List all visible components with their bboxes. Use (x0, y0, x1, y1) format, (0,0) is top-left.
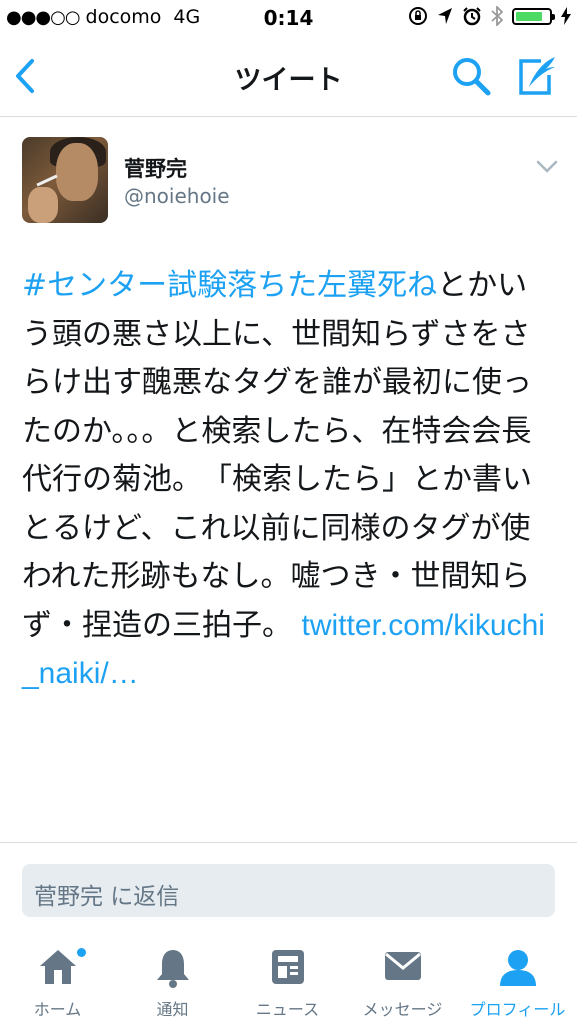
envelope-icon (384, 952, 421, 980)
avatar[interactable] (22, 137, 108, 223)
tab-home[interactable]: ホーム (0, 938, 115, 1024)
home-badge-dot (77, 948, 86, 957)
bell-icon (156, 950, 189, 988)
tab-news[interactable]: ニュース (230, 938, 345, 1024)
tab-messages-label: メッセージ (362, 1000, 443, 1019)
status-bar: ●●●○○ docomo 4G 0:14 (0, 0, 577, 38)
tab-news-label: ニュース (255, 1000, 320, 1019)
alarm-icon (463, 7, 481, 26)
compose-icon[interactable] (515, 55, 559, 97)
author-name[interactable]: 菅野完 (124, 153, 187, 183)
search-icon[interactable] (450, 55, 492, 97)
tweet-body: とかいう頭の悪さ以上に、世間知らずさをさらけ出す醜悪なタグを誰が最初に使ったのか… (22, 268, 532, 643)
location-icon (438, 8, 452, 24)
person-icon (499, 950, 536, 986)
hashtag-link[interactable]: #センター試験落ちた左翼死ね (22, 268, 437, 303)
news-icon (271, 950, 304, 984)
rotation-lock-icon (409, 7, 427, 25)
author-handle[interactable]: @noiehoie (124, 184, 230, 208)
status-icons (408, 6, 571, 26)
chevron-down-icon[interactable] (536, 160, 558, 174)
tab-notifications[interactable]: 通知 (115, 938, 230, 1024)
tab-home-label: ホーム (33, 1000, 82, 1019)
tab-notifications-label: 通知 (156, 1000, 189, 1019)
divider (0, 842, 577, 843)
bluetooth-icon (491, 6, 503, 26)
battery-icon (512, 7, 555, 25)
tab-bar: ホーム 通知 ニュース メッセージ プロフィール (0, 938, 577, 1024)
tab-messages[interactable]: メッセージ (345, 938, 460, 1024)
tab-profile-label: プロフィール (469, 1000, 566, 1019)
charging-icon (561, 7, 571, 25)
tweet-text: #センター試験落ちた左翼死ねとかいう頭の悪さ以上に、世間知らずさをさらけ出す醜悪… (22, 262, 557, 699)
tab-profile[interactable]: プロフィール (460, 938, 575, 1024)
home-icon (39, 950, 76, 984)
navigation-bar: ツイート (0, 38, 577, 117)
reply-input[interactable]: 菅野完 に返信 (22, 864, 555, 917)
